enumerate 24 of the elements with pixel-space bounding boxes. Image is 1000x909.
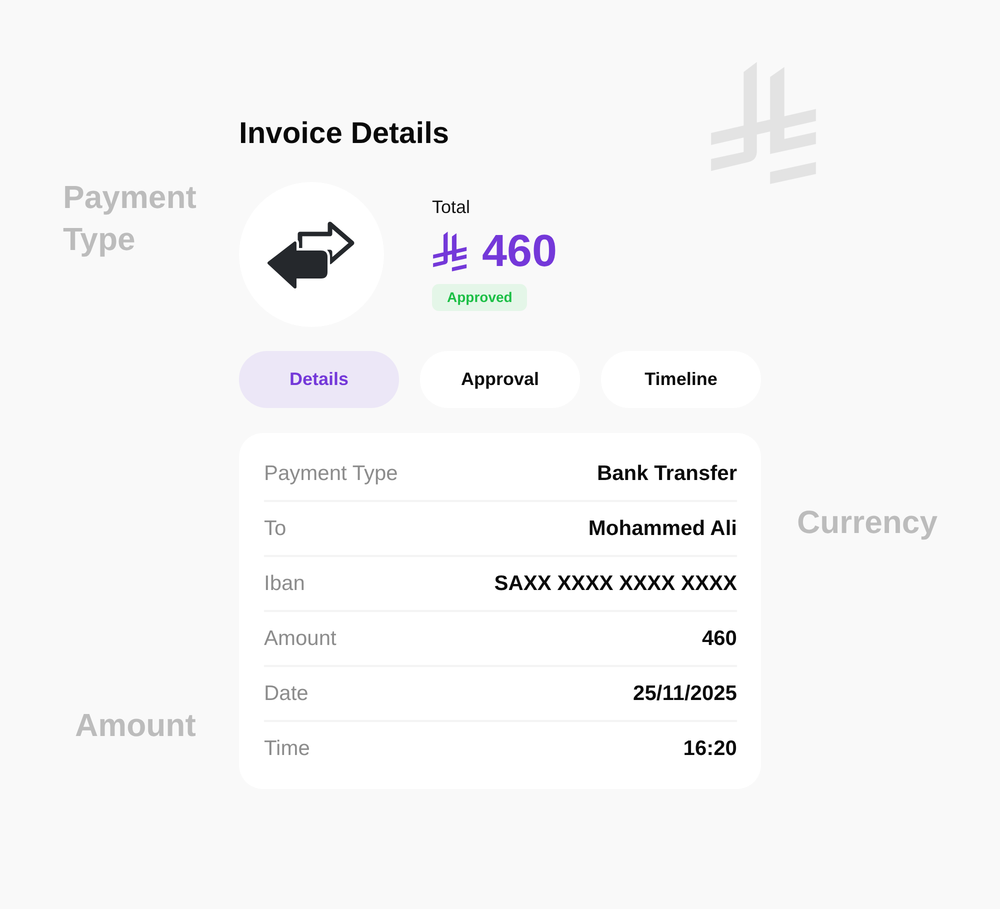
detail-value: Bank Transfer bbox=[596, 462, 737, 486]
currency-sign-icon bbox=[432, 230, 468, 272]
tab[interactable]: Approval bbox=[420, 351, 580, 408]
detail-label: Payment Type bbox=[264, 462, 398, 486]
detail-label: Time bbox=[264, 736, 310, 760]
detail-value: 460 bbox=[702, 626, 737, 650]
detail-label: Iban bbox=[264, 572, 305, 596]
detail-value: SAXX XXXX XXXX XXXX bbox=[494, 572, 737, 596]
detail-label: Date bbox=[264, 682, 308, 706]
background-word: Amount bbox=[75, 706, 196, 745]
total-amount: 460 bbox=[482, 228, 558, 274]
detail-label: To bbox=[264, 516, 286, 540]
tab[interactable]: Timeline bbox=[601, 351, 761, 408]
status-badge: Approved bbox=[432, 284, 528, 311]
detail-value: Mohammed Ali bbox=[588, 516, 737, 540]
detail-value: 16:20 bbox=[683, 736, 737, 760]
detail-value: 25/11/2025 bbox=[633, 682, 737, 706]
page-title: Invoice Details bbox=[239, 116, 450, 152]
total-label: Total bbox=[432, 196, 470, 218]
background-word: Currency bbox=[797, 503, 938, 542]
exchange-arrows-icon bbox=[239, 182, 384, 327]
tab[interactable]: Details bbox=[239, 351, 399, 408]
detail-label: Amount bbox=[264, 626, 336, 650]
background-word: Payment Type bbox=[63, 178, 198, 259]
